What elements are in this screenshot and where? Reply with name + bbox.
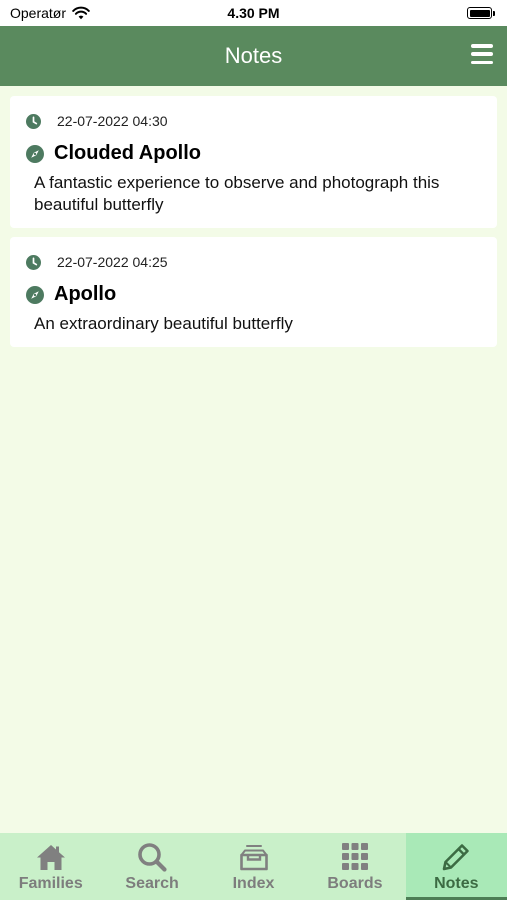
note-card[interactable]: 22-07-2022 04:25 Apollo An extraordinary… bbox=[10, 237, 497, 347]
page-title: Notes bbox=[224, 43, 283, 68]
menu-icon-line bbox=[471, 44, 493, 48]
tab-label: Index bbox=[232, 875, 275, 892]
tab-label: Boards bbox=[327, 875, 383, 892]
compass-icon bbox=[26, 285, 44, 304]
screen: Operatør 4.30 PM Notes 22-07-2022 04:30 … bbox=[0, 0, 507, 900]
compass-icon bbox=[26, 144, 44, 163]
battery-icon bbox=[467, 7, 495, 19]
note-title-row: Apollo bbox=[26, 283, 481, 306]
note-date-row: 22-07-2022 04:30 bbox=[26, 112, 481, 130]
menu-button[interactable] bbox=[471, 44, 493, 64]
tab-label: Notes bbox=[434, 875, 479, 892]
tab-search[interactable]: Search bbox=[101, 833, 202, 900]
tab-label: Search bbox=[125, 875, 179, 892]
note-body: An extraordinary beautiful butterfly bbox=[34, 314, 293, 333]
nav-bar: Notes bbox=[0, 26, 507, 86]
tab-label: Families bbox=[18, 875, 83, 892]
wifi-icon bbox=[72, 6, 90, 20]
tab-boards[interactable]: Boards bbox=[304, 833, 405, 900]
note-title: Clouded Apollo bbox=[54, 142, 202, 164]
tab-index[interactable]: Index bbox=[203, 833, 304, 900]
pencil-icon bbox=[443, 844, 470, 871]
note-date: 22-07-2022 04:25 bbox=[57, 254, 168, 270]
note-title-row: Clouded Apollo bbox=[26, 142, 481, 165]
inbox-icon bbox=[239, 845, 268, 871]
menu-icon-line bbox=[471, 60, 493, 64]
status-left: Operatør bbox=[10, 5, 90, 21]
tab-families[interactable]: Families bbox=[0, 833, 101, 900]
note-card[interactable]: 22-07-2022 04:30 Clouded Apollo A fantas… bbox=[10, 96, 497, 228]
note-date-row: 22-07-2022 04:25 bbox=[26, 253, 481, 271]
clock-icon bbox=[26, 113, 41, 129]
note-title: Apollo bbox=[54, 283, 117, 305]
tab-bar: Families Search Index Boards Notes bbox=[0, 833, 507, 900]
clock-icon bbox=[26, 254, 41, 270]
status-bar: Operatør 4.30 PM bbox=[0, 0, 507, 26]
carrier-label: Operatør bbox=[10, 5, 67, 21]
home-icon bbox=[36, 845, 65, 870]
menu-icon-line bbox=[471, 52, 493, 56]
notes-list: 22-07-2022 04:30 Clouded Apollo A fantas… bbox=[10, 96, 497, 356]
note-date: 22-07-2022 04:30 bbox=[57, 113, 168, 129]
search-icon bbox=[138, 843, 167, 872]
tab-notes[interactable]: Notes bbox=[405, 833, 507, 900]
grid-icon bbox=[341, 843, 368, 870]
note-body: A fantastic experience to observe and ph… bbox=[34, 173, 440, 214]
